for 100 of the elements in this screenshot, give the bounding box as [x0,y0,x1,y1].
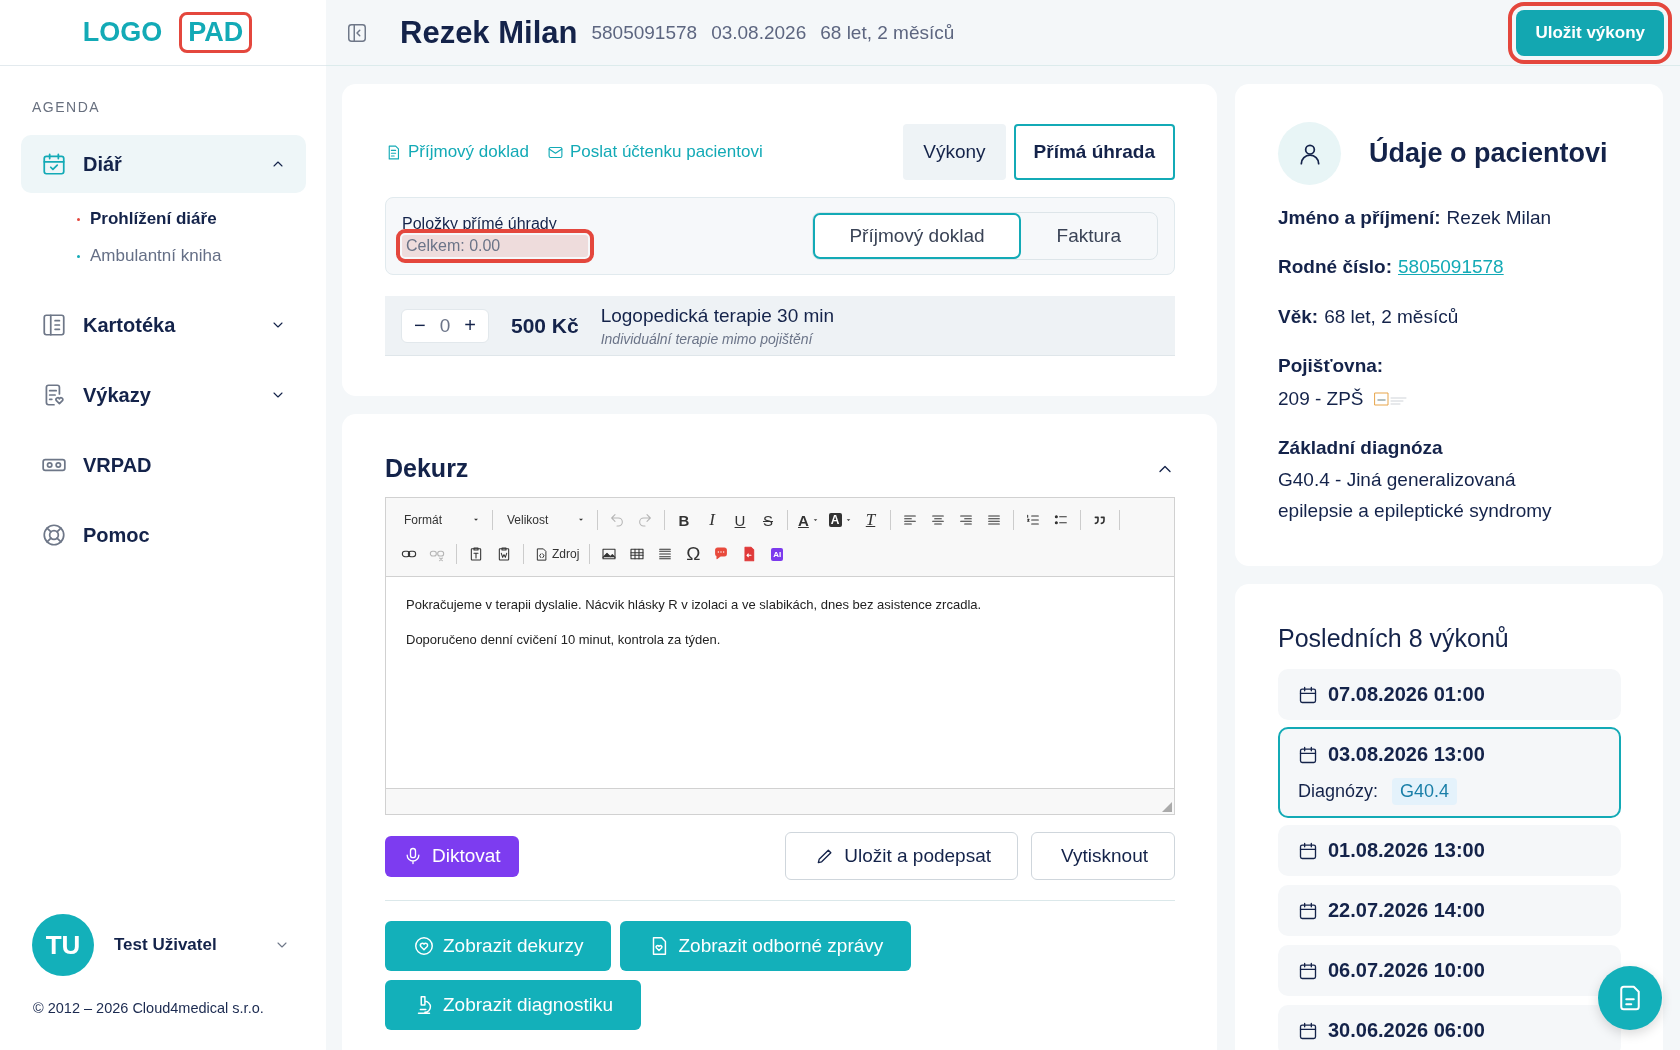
increment-button[interactable]: + [464,314,476,337]
calendar-icon [1298,744,1318,765]
visit-item[interactable]: 06.07.2026 10:00 [1278,945,1621,997]
segment-option[interactable]: Faktura [1020,213,1157,259]
quantity-stepper[interactable]: − 0 + [401,308,489,343]
calendar-icon [1298,684,1318,705]
text-color-button[interactable]: A [794,506,823,534]
image-icon [601,546,618,562]
visit-date: 01.08.2026 13:00 [1328,839,1485,863]
items-title: Položky přímé úhrady [402,215,558,233]
insurer-logo-icon [1373,390,1408,407]
nav-item[interactable]: Výkazy [21,366,306,424]
calendar-icon [1298,960,1318,981]
field-label: Základní diagnóza [1278,435,1443,460]
visit-item[interactable]: 03.08.2026 13:00 Diagnózy: G40.4 [1278,727,1621,819]
nav-item[interactable]: Diář [21,135,306,193]
field-value: G40.4 - Jiná generalizovaná epilepsie a epileptické syndromy [1278,468,1553,523]
field-label: Věk: [1278,304,1319,329]
action-button[interactable]: Diktovat [385,835,519,877]
dropdown[interactable]: Velikost [499,506,591,534]
editor-paragraph: Doporučeno denní cvičení 10 minut, kontrola za týden. [406,632,722,647]
bold-button[interactable]: B [671,506,697,534]
background-color-button[interactable]: A [824,506,856,534]
italic-button[interactable]: I [699,506,725,534]
clear-format-button[interactable]: T [857,506,884,534]
align-left-icon [901,512,918,528]
patient-meta: 68 let, 2 měsíců [820,21,955,44]
justify-icon [985,512,1002,528]
code-file-icon [534,546,549,562]
field-value: Rezek Milan [1446,206,1552,230]
file-cabinet-icon [41,312,67,338]
diagnoses-label: Diagnózy: [1298,781,1379,803]
source-button[interactable]: Zdroj [530,540,584,568]
action-button[interactable]: Vytisknout [1031,832,1175,880]
logo-text: PAD [179,12,253,53]
visit-date: 30.06.2026 06:00 [1328,1019,1485,1043]
undo-icon [609,512,625,528]
caret-icon [811,516,819,524]
table-icon [629,546,646,562]
calendar-check-icon [41,151,67,177]
paste-text-icon [468,546,484,562]
tab[interactable]: Výkony [903,124,1006,180]
underline-button[interactable]: U [727,506,753,534]
section-title: Dekurz [385,454,469,483]
visit-date: 22.07.2026 14:00 [1328,899,1485,923]
patient-meta: 03.08.2026 [711,21,807,44]
paste-word-icon [496,546,512,562]
field-value: 209 - ZPŠ [1278,386,1364,411]
sidebar-toggle-icon[interactable] [346,21,368,44]
nav-item[interactable]: Kartotéka [21,296,306,354]
visit-date: 06.07.2026 10:00 [1328,959,1485,983]
patient-name: Rezek Milan [400,14,578,51]
ai-button[interactable]: AI [764,540,791,568]
numbered-list-icon [1024,512,1041,528]
logo-text: LOGO [81,16,164,49]
caret-icon [844,516,852,524]
copyright-text: © 2012 – 2026 Cloud4medical s.r.o. [32,999,265,1018]
editor-paragraph: Pokračujeme v terapii dyslalie. Nácvik hlásky R v izolaci a ve slabikách, dnes bez asistence zrcadla. [406,597,983,612]
submenu-item[interactable]: Prohlížení diáře [77,209,306,229]
speech-bubble-icon [713,546,730,562]
quantity-value: 0 [439,314,451,337]
visit-item[interactable]: 07.08.2026 01:00 [1278,669,1621,721]
calendar-icon [1298,900,1318,921]
field-label: Jméno a příjmení: [1278,206,1441,230]
lifebuoy-icon [41,522,67,548]
service-price: 500 Kč [510,313,579,338]
dropdown[interactable]: Formát [396,506,486,534]
strikethrough-button[interactable]: S [755,506,781,534]
card-title: Údaje o pacientovi [1369,138,1608,169]
align-right-icon [957,512,974,528]
tab[interactable]: Přímá úhrada [1013,124,1175,180]
field-value: 68 let, 2 měsíců [1324,304,1459,329]
user-avatar: TU [32,914,94,976]
user-name: Test Uživatel [114,935,218,955]
visit-item[interactable]: 01.08.2026 13:00 [1278,825,1621,877]
visit-item[interactable]: 30.06.2026 06:00 [1278,1005,1621,1050]
visit-date: 03.08.2026 13:00 [1328,743,1485,767]
service-note: Individuální terapie mimo pojištění [600,330,815,347]
visit-item[interactable]: 22.07.2026 14:00 [1278,885,1621,937]
visit-date: 07.08.2026 01:00 [1328,683,1485,707]
horizontal-line-icon [657,546,674,562]
align-center-icon [929,512,946,528]
card-title: Posledních 8 výkonů [1278,624,1510,654]
patient-meta: 5805091578 [591,21,698,44]
field-label: Rodné číslo: [1278,255,1392,280]
resize-handle-icon[interactable] [1162,802,1172,812]
field-label: Pojišťovna: [1278,354,1384,379]
calendar-icon [1298,840,1318,861]
action-button[interactable]: Uložit a podepsat [785,832,1019,880]
calendar-icon [1298,1020,1318,1041]
special-character-button[interactable]: Ω [680,540,707,568]
decrement-button[interactable]: − [414,314,426,337]
nav-item[interactable]: VRPAD [21,436,306,494]
segment-option[interactable]: Příjmový doklad [813,213,1021,259]
diagnosis-tag: G40.4 [1392,778,1458,806]
service-name: Logopedická terapie 30 min [600,304,835,327]
redo-icon [637,512,653,528]
submenu-item[interactable]: Ambulantní kniha [77,246,306,266]
nav-item[interactable]: Pomoc [21,506,306,564]
section-label: AGENDA [31,98,102,115]
